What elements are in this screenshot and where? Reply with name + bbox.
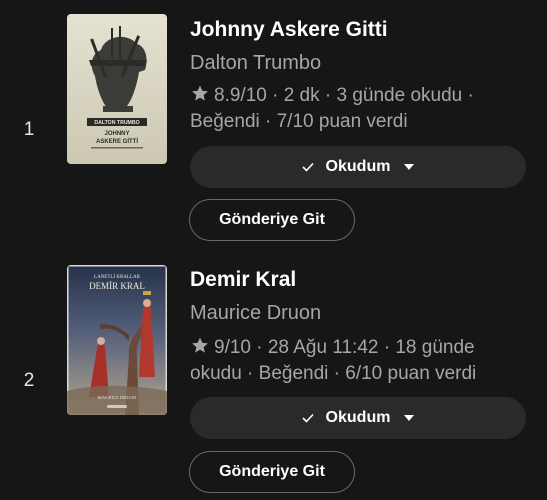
go-to-post-button[interactable]: Gönderiye Git [189,199,355,241]
cover-title-text: DEMİR KRAL [89,281,145,291]
reading-list: 1 DALTON TRUMBO JOHNNY ASKERE GİTTİ John… [0,0,547,500]
check-icon [301,162,314,172]
go-to-post-button[interactable]: Gönderiye Git [189,451,355,493]
book-cover[interactable]: DALTON TRUMBO JOHNNY ASKERE GİTTİ [67,14,167,164]
cover-title-line1: JOHNNY [104,131,129,137]
star-icon [190,336,210,355]
book-title[interactable]: Demir Kral [190,268,296,292]
cover-art: DALTON TRUMBO JOHNNY ASKERE GİTTİ [67,14,167,164]
book-author[interactable]: Dalton Trumbo [190,52,321,75]
meta-line-1: 8.9/10 · 2 dk · 3 günde okudu · [214,85,474,106]
status-label: Okudum [325,158,391,175]
cover-author-text: DALTON TRUMBO [94,120,139,126]
book-author[interactable]: Maurice Druon [190,302,321,325]
cover-title-line2: ASKERE GİTTİ [96,138,138,145]
rank-number: 2 [23,370,35,391]
cover-author-text: MAURICE DRUON [98,395,137,400]
check-icon [301,413,314,423]
book-cover[interactable]: LANETLİ KRALLAR DEMİR KRAL MAURICE DRUON [67,265,167,415]
reading-status-dropdown[interactable]: Okudum [190,397,526,439]
book-meta: 9/10 · 28 Ağu 11:42 · 18 günde okudu · B… [190,335,520,387]
caret-down-icon [404,415,415,421]
meta-line-2: okudu · Beğendi · 6/10 puan verdi [190,363,477,384]
rank-number: 1 [23,119,35,140]
book-meta: 8.9/10 · 2 dk · 3 günde okudu · Beğendi … [190,83,520,135]
meta-line-2: Beğendi · 7/10 puan verdi [190,111,408,132]
book-title[interactable]: Johnny Askere Gitti [190,18,388,42]
meta-line-1: 9/10 · 28 Ağu 11:42 · 18 günde [214,337,475,358]
cover-art: LANETLİ KRALLAR DEMİR KRAL MAURICE DRUON [67,265,167,415]
reading-status-dropdown[interactable]: Okudum [190,146,526,188]
cover-series-text: LANETLİ KRALLAR [94,274,141,280]
status-label: Okudum [325,409,391,426]
caret-down-icon [404,164,415,170]
star-icon [190,84,210,103]
